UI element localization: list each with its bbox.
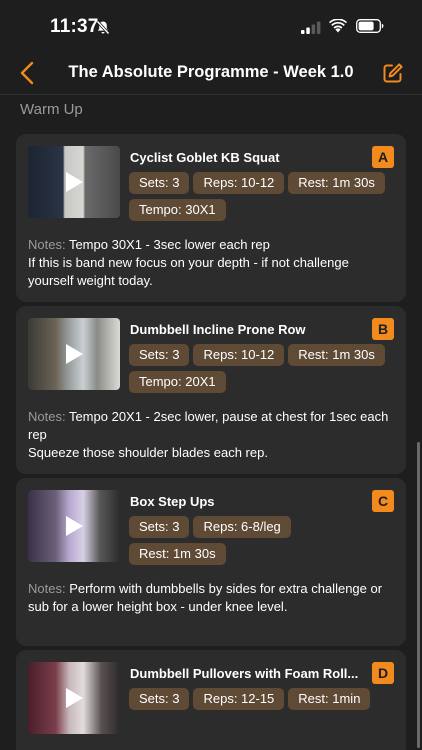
play-icon — [66, 344, 83, 364]
notes-label: Notes: — [28, 581, 70, 596]
exercise-tags: Sets: 3 Reps: 10-12 Rest: 1m 30s Tempo: … — [129, 344, 391, 393]
exercise-name: Box Step Ups — [130, 494, 215, 509]
status-bar: 11:37 — [0, 0, 422, 54]
exercise-card-c[interactable]: Box Step Ups C Sets: 3 Reps: 6-8/leg Res… — [16, 478, 406, 646]
sets-tag: Sets: 3 — [129, 516, 190, 538]
exercise-tags: Sets: 3 Reps: 12-15 Rest: 1min — [129, 688, 391, 710]
reps-tag: Reps: 10-12 — [193, 344, 285, 366]
exercise-name: Cyclist Goblet KB Squat — [130, 150, 280, 165]
exercise-notes: Notes: Perform with dumbbells by sides f… — [28, 580, 394, 616]
sets-tag: Sets: 3 — [129, 344, 190, 366]
page-title: The Absolute Programme - Week 1.0 — [68, 63, 354, 81]
rest-tag: Rest: 1min — [288, 688, 371, 710]
video-thumbnail[interactable] — [28, 146, 120, 218]
reps-tag: Reps: 6-8/leg — [193, 516, 291, 538]
exercise-card-b[interactable]: Dumbbell Incline Prone Row B Sets: 3 Rep… — [16, 306, 406, 474]
battery-icon — [356, 19, 384, 33]
notes-text: Tempo 20X1 - 2sec lower, pause at chest … — [28, 409, 389, 442]
notes-label: Notes: — [28, 237, 69, 252]
exercise-name: Dumbbell Pullovers with Foam Roll... — [130, 666, 359, 681]
exercise-tags: Sets: 3 Reps: 6-8/leg Rest: 1m 30s — [129, 516, 391, 565]
reps-tag: Reps: 12-15 — [193, 688, 285, 710]
status-time: 11:37 — [50, 16, 99, 37]
sets-tag: Sets: 3 — [129, 688, 190, 710]
notes-text: Perform with dumbbells by sides for extr… — [28, 581, 383, 614]
bell-muted-icon — [96, 20, 110, 35]
rest-tag: Rest: 1m 30s — [288, 344, 385, 366]
exercise-letter-badge: D — [372, 662, 394, 684]
exercise-letter-badge: B — [372, 318, 394, 340]
reps-tag: Reps: 10-12 — [193, 172, 285, 194]
section-title: Warm Up — [20, 101, 83, 118]
section-header: Warm Up — [0, 94, 422, 124]
exercise-name: Dumbbell Incline Prone Row — [130, 322, 306, 337]
video-thumbnail[interactable] — [28, 662, 120, 734]
sets-tag: Sets: 3 — [129, 172, 190, 194]
video-thumbnail[interactable] — [28, 490, 120, 562]
rest-tag: Rest: 1m 30s — [288, 172, 385, 194]
exercise-notes: Notes: Tempo 30X1 - 3sec lower each rep … — [28, 236, 394, 290]
navigation-bar: The Absolute Programme - Week 1.0 — [0, 54, 422, 94]
exercise-letter-badge: A — [372, 146, 394, 168]
video-thumbnail[interactable] — [28, 318, 120, 390]
wifi-icon — [329, 19, 347, 33]
notes-text-2: If this is band new focus on your depth … — [28, 255, 349, 288]
exercise-tags: Sets: 3 Reps: 10-12 Rest: 1m 30s Tempo: … — [129, 172, 391, 221]
notes-text-2: Squeeze those shoulder blades each rep. — [28, 445, 268, 460]
tempo-tag: Tempo: 30X1 — [129, 199, 226, 221]
notes-label: Notes: — [28, 409, 69, 424]
back-chevron-icon[interactable] — [16, 60, 40, 86]
play-icon — [66, 172, 83, 192]
exercise-card-d[interactable]: Dumbbell Pullovers with Foam Roll... D S… — [16, 650, 406, 750]
rest-tag: Rest: 1m 30s — [129, 543, 226, 565]
exercise-letter-badge: C — [372, 490, 394, 512]
scrollbar[interactable] — [417, 442, 420, 748]
play-icon — [66, 516, 83, 536]
exercise-card-a[interactable]: Cyclist Goblet KB Squat A Sets: 3 Reps: … — [16, 134, 406, 302]
signal-icon — [301, 21, 321, 34]
exercise-notes: Notes: Tempo 20X1 - 2sec lower, pause at… — [28, 408, 394, 462]
tempo-tag: Tempo: 20X1 — [129, 371, 226, 393]
play-icon — [66, 688, 83, 708]
notes-text: Tempo 30X1 - 3sec lower each rep — [68, 237, 270, 252]
edit-icon[interactable] — [382, 62, 404, 84]
